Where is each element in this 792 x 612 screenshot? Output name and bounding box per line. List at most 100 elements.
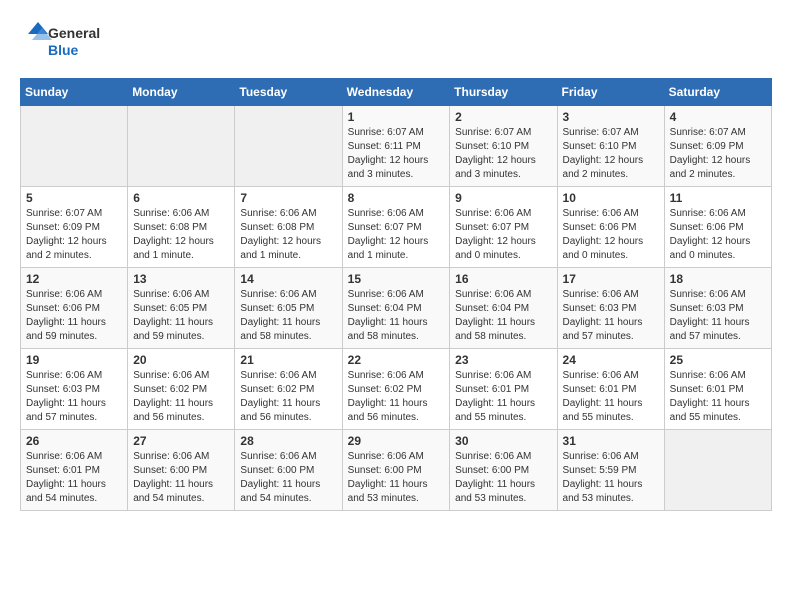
header-saturday: Saturday [664, 79, 771, 106]
day-number: 25 [670, 353, 766, 367]
calendar-cell: 7Sunrise: 6:06 AM Sunset: 6:08 PM Daylig… [235, 187, 342, 268]
calendar-cell: 15 Sunrise: 6:06 AM Sunset: 6:04 PM Dayli… [342, 268, 450, 349]
day-number: 18 [670, 272, 766, 286]
calendar-cell: 28Sunrise: 6:06 AM Sunset: 6:00 PM Dayli… [235, 430, 342, 511]
calendar-week-row: 26 Sunrise: 6:06 AM Sunset: 6:01 PM Dayli… [21, 430, 772, 511]
calendar-cell [664, 430, 771, 511]
day-number: 11 [670, 191, 766, 205]
day-number: 29 [348, 434, 445, 448]
calendar-cell: 10 Sunrise: 6:06 AM Sunset: 6:06 PM Dayli… [557, 187, 664, 268]
day-number: 23 [455, 353, 551, 367]
day-number: 24 [563, 353, 659, 367]
cell-content: Sunrise: 6:06 AM Sunset: 6:05 PM Dayligh… [133, 288, 229, 344]
day-number: 4 [670, 110, 766, 124]
header-sunday: Sunday [21, 79, 128, 106]
calendar-header-row: SundayMondayTuesdayWednesdayThursdayFrid… [21, 79, 772, 106]
cell-content: Sunrise: 6:06 AM Sunset: 6:07 PM Dayligh… [455, 207, 551, 263]
day-number: 13 [133, 272, 229, 286]
cell-content: Sunrise: 6:06 AM Sunset: 6:01 PM Dayligh… [26, 450, 122, 506]
day-number: 6 [133, 191, 229, 205]
calendar-cell: 6 Sunrise: 6:06 AM Sunset: 6:08 PM Daylig… [128, 187, 235, 268]
header-thursday: Thursday [450, 79, 557, 106]
calendar-week-row: 1 Sunrise: 6:07 AM Sunset: 6:11 PM Daylig… [21, 106, 772, 187]
calendar-cell: 9 Sunrise: 6:06 AM Sunset: 6:07 PM Daylig… [450, 187, 557, 268]
day-number: 8 [348, 191, 445, 205]
day-number: 16 [455, 272, 551, 286]
calendar-cell: 14 Sunrise: 6:06 AM Sunset: 6:05 PM Dayli… [235, 268, 342, 349]
cell-content: Sunrise: 6:06 AM Sunset: 6:00 PM Dayligh… [455, 450, 551, 506]
day-number: 21 [240, 353, 336, 367]
calendar-cell: 11 Sunrise: 6:06 AM Sunset: 6:06 PM Dayli… [664, 187, 771, 268]
cell-content: Sunrise: 6:07 AM Sunset: 6:09 PM Dayligh… [670, 126, 766, 182]
calendar-cell: 27 Sunrise: 6:06 AM Sunset: 6:00 PM Dayli… [128, 430, 235, 511]
calendar-cell: 18 Sunrise: 6:06 AM Sunset: 6:03 PM Dayli… [664, 268, 771, 349]
calendar-cell [235, 106, 342, 187]
calendar-cell: 19 Sunrise: 6:06 AM Sunset: 6:03 PM Dayli… [21, 349, 128, 430]
day-number: 14 [240, 272, 336, 286]
cell-content: Sunrise: 6:06 AM Sunset: 6:04 PM Dayligh… [348, 288, 445, 344]
day-number: 9 [455, 191, 551, 205]
cell-content: Sunrise: 6:07 AM Sunset: 6:11 PM Dayligh… [348, 126, 445, 182]
cell-content: Sunrise: 6:06 AM Sunset: 6:03 PM Dayligh… [670, 288, 766, 344]
cell-content: Sunrise: 6:06 AM Sunset: 6:06 PM Dayligh… [563, 207, 659, 263]
cell-content: Sunrise: 6:06 AM Sunset: 6:00 PM Dayligh… [133, 450, 229, 506]
day-number: 27 [133, 434, 229, 448]
day-number: 12 [26, 272, 122, 286]
cell-content: Sunrise: 6:06 AM Sunset: 6:00 PM Dayligh… [348, 450, 445, 506]
calendar-cell: 8 Sunrise: 6:06 AM Sunset: 6:07 PM Daylig… [342, 187, 450, 268]
cell-content: Sunrise: 6:06 AM Sunset: 6:01 PM Dayligh… [455, 369, 551, 425]
day-number: 3 [563, 110, 659, 124]
cell-content: Sunrise: 6:06 AM Sunset: 6:04 PM Dayligh… [455, 288, 551, 344]
logo-text-block: General Blue [20, 20, 120, 62]
cell-content: Sunrise: 6:06 AM Sunset: 6:08 PM Dayligh… [133, 207, 229, 263]
calendar-cell: 1 Sunrise: 6:07 AM Sunset: 6:11 PM Daylig… [342, 106, 450, 187]
calendar-cell: 12 Sunrise: 6:06 AM Sunset: 6:06 PM Dayli… [21, 268, 128, 349]
cell-content: Sunrise: 6:06 AM Sunset: 5:59 PM Dayligh… [563, 450, 659, 506]
day-number: 19 [26, 353, 122, 367]
header-monday: Monday [128, 79, 235, 106]
cell-content: Sunrise: 6:06 AM Sunset: 6:03 PM Dayligh… [26, 369, 122, 425]
svg-text:Blue: Blue [48, 42, 79, 58]
day-number: 28 [240, 434, 336, 448]
calendar-week-row: 19 Sunrise: 6:06 AM Sunset: 6:03 PM Dayli… [21, 349, 772, 430]
calendar-cell: 2Sunrise: 6:07 AM Sunset: 6:10 PM Daylig… [450, 106, 557, 187]
cell-content: Sunrise: 6:07 AM Sunset: 6:09 PM Dayligh… [26, 207, 122, 263]
cell-content: Sunrise: 6:07 AM Sunset: 6:10 PM Dayligh… [563, 126, 659, 182]
day-number: 26 [26, 434, 122, 448]
calendar-week-row: 5Sunrise: 6:07 AM Sunset: 6:09 PM Daylig… [21, 187, 772, 268]
day-number: 30 [455, 434, 551, 448]
logo: General Blue [20, 20, 120, 62]
cell-content: Sunrise: 6:06 AM Sunset: 6:06 PM Dayligh… [26, 288, 122, 344]
calendar-cell: 25Sunrise: 6:06 AM Sunset: 6:01 PM Dayli… [664, 349, 771, 430]
calendar-cell: 3 Sunrise: 6:07 AM Sunset: 6:10 PM Daylig… [557, 106, 664, 187]
cell-content: Sunrise: 6:06 AM Sunset: 6:07 PM Dayligh… [348, 207, 445, 263]
calendar-cell [128, 106, 235, 187]
calendar-table: SundayMondayTuesdayWednesdayThursdayFrid… [20, 78, 772, 511]
cell-content: Sunrise: 6:06 AM Sunset: 6:05 PM Dayligh… [240, 288, 336, 344]
cell-content: Sunrise: 6:06 AM Sunset: 6:06 PM Dayligh… [670, 207, 766, 263]
day-number: 15 [348, 272, 445, 286]
page-header: General Blue [20, 20, 772, 62]
calendar-cell: 20Sunrise: 6:06 AM Sunset: 6:02 PM Dayli… [128, 349, 235, 430]
day-number: 10 [563, 191, 659, 205]
day-number: 1 [348, 110, 445, 124]
svg-text:General: General [48, 25, 100, 41]
day-number: 20 [133, 353, 229, 367]
calendar-cell: 26 Sunrise: 6:06 AM Sunset: 6:01 PM Dayli… [21, 430, 128, 511]
calendar-cell: 24 Sunrise: 6:06 AM Sunset: 6:01 PM Dayli… [557, 349, 664, 430]
calendar-cell: 29 Sunrise: 6:06 AM Sunset: 6:00 PM Dayli… [342, 430, 450, 511]
header-tuesday: Tuesday [235, 79, 342, 106]
day-number: 22 [348, 353, 445, 367]
cell-content: Sunrise: 6:07 AM Sunset: 6:10 PM Dayligh… [455, 126, 551, 182]
day-number: 17 [563, 272, 659, 286]
calendar-cell: 31Sunrise: 6:06 AM Sunset: 5:59 PM Dayli… [557, 430, 664, 511]
calendar-cell: 5Sunrise: 6:07 AM Sunset: 6:09 PM Daylig… [21, 187, 128, 268]
cell-content: Sunrise: 6:06 AM Sunset: 6:03 PM Dayligh… [563, 288, 659, 344]
calendar-cell: 16 Sunrise: 6:06 AM Sunset: 6:04 PM Dayli… [450, 268, 557, 349]
calendar-cell: 4 Sunrise: 6:07 AM Sunset: 6:09 PM Daylig… [664, 106, 771, 187]
calendar-cell: 22Sunrise: 6:06 AM Sunset: 6:02 PM Dayli… [342, 349, 450, 430]
cell-content: Sunrise: 6:06 AM Sunset: 6:08 PM Dayligh… [240, 207, 336, 263]
cell-content: Sunrise: 6:06 AM Sunset: 6:02 PM Dayligh… [240, 369, 336, 425]
header-friday: Friday [557, 79, 664, 106]
cell-content: Sunrise: 6:06 AM Sunset: 6:01 PM Dayligh… [563, 369, 659, 425]
